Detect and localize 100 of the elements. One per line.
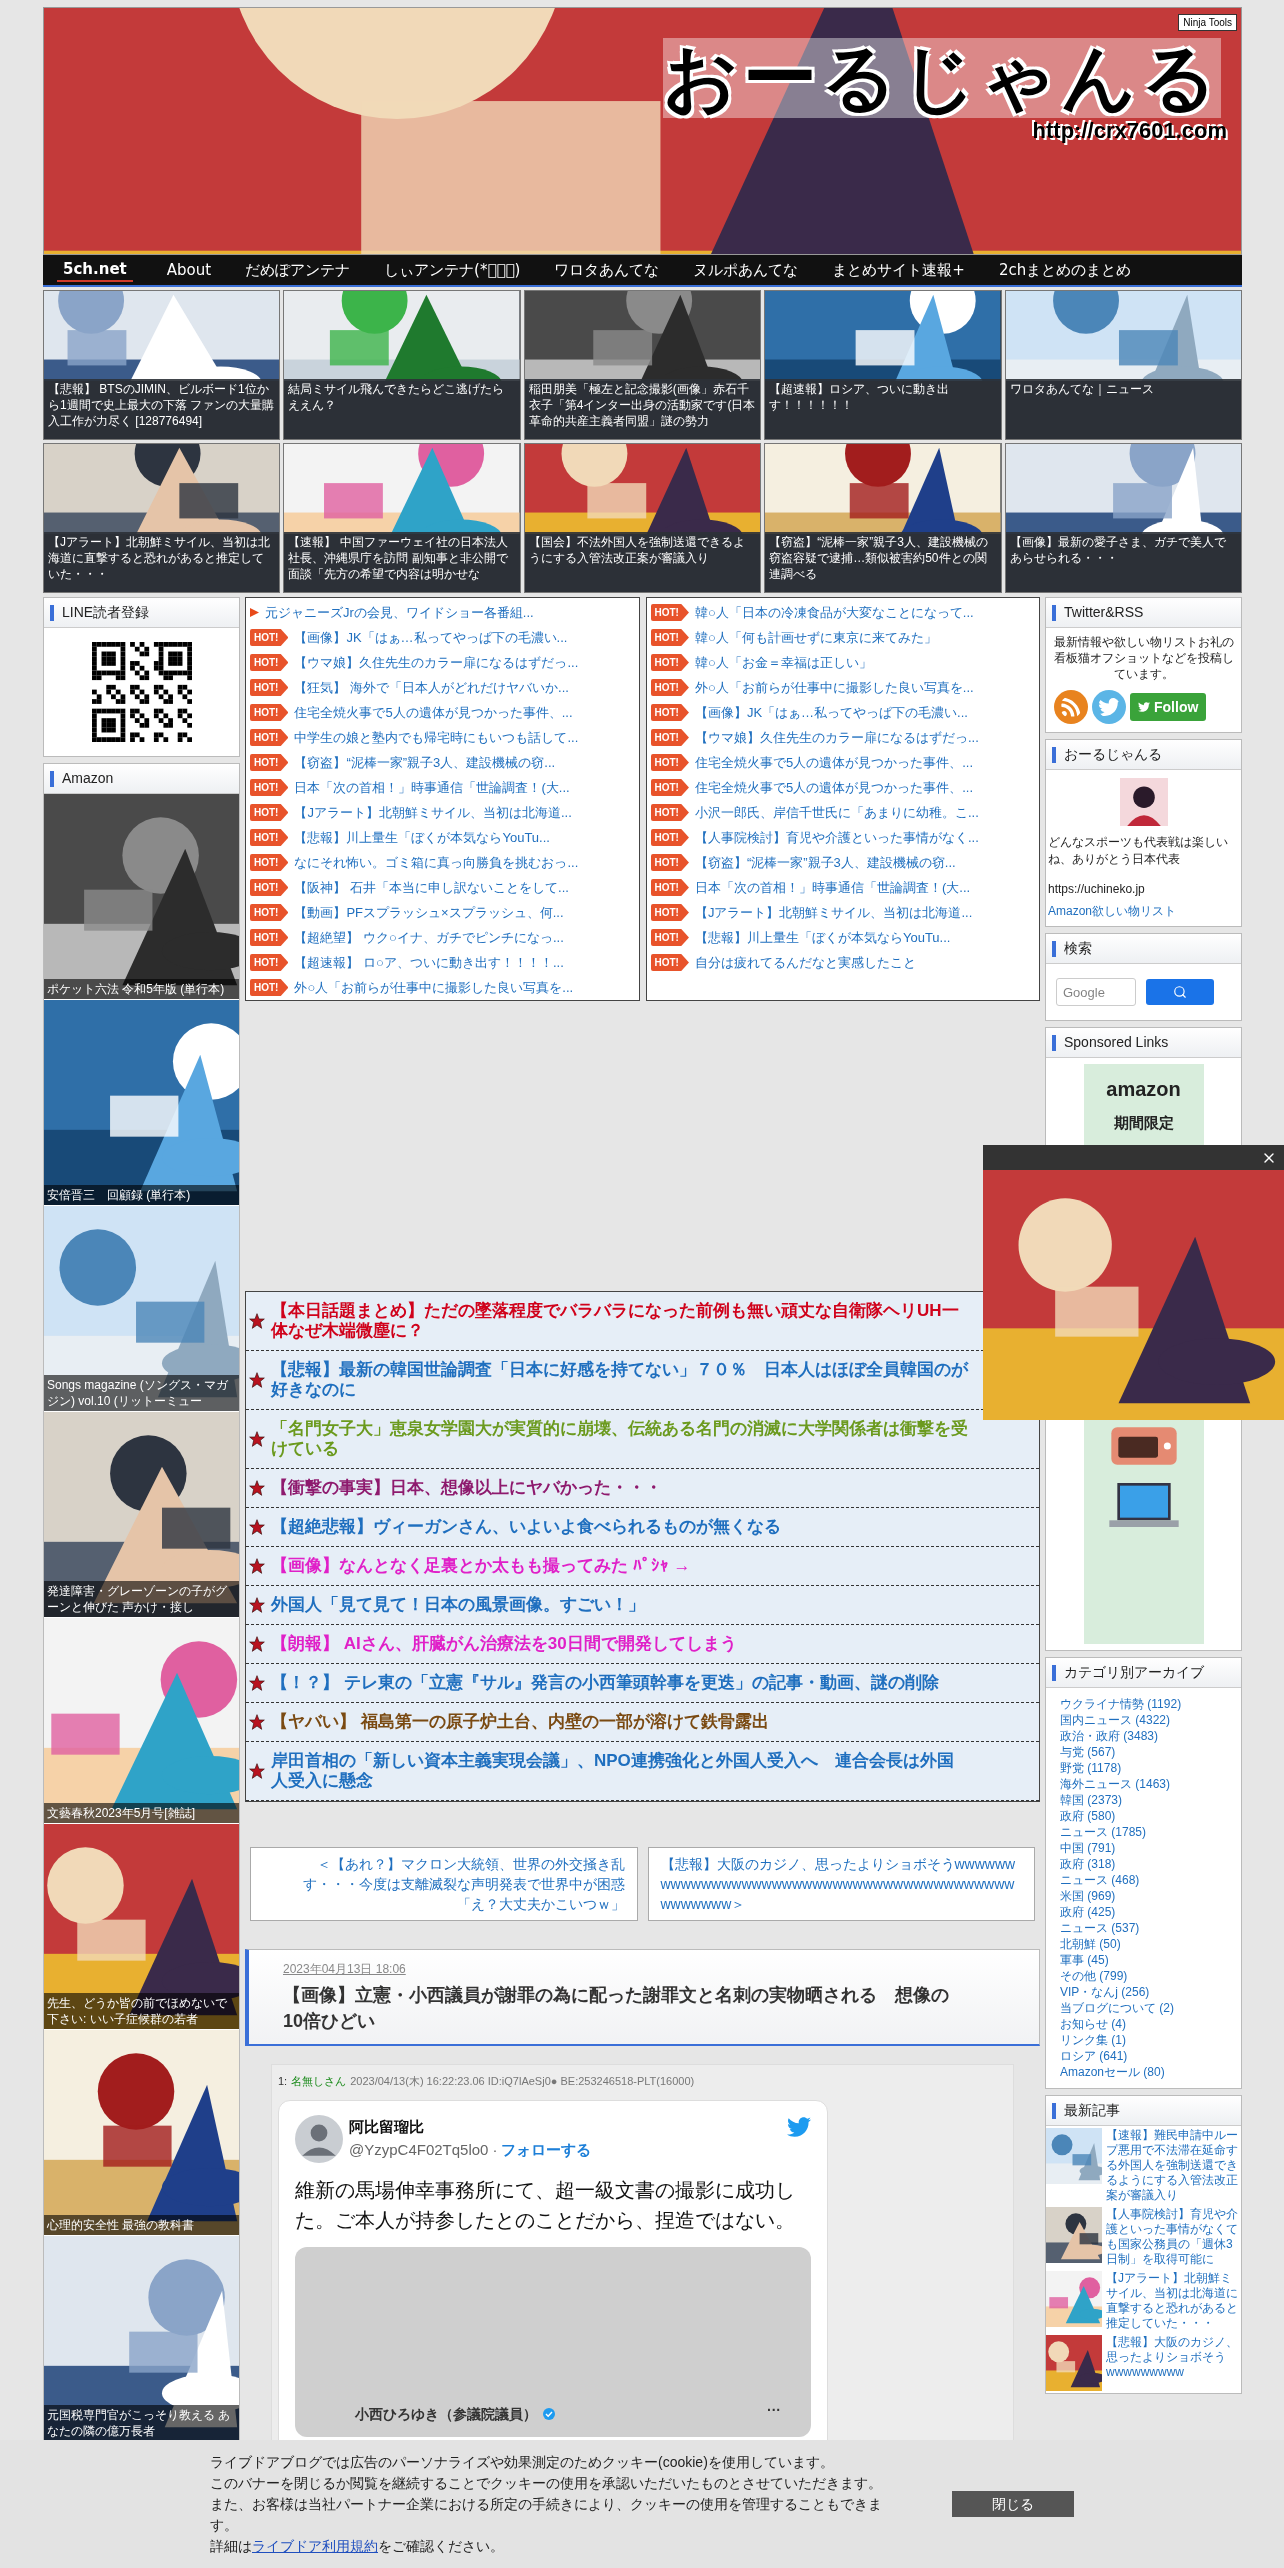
ranking-link[interactable]: 【窃盗】“泥棒一家”親子3人、建設機械の窃...	[294, 752, 556, 773]
nav-link[interactable]: しぃアンテナ(*ﾟーﾟ)	[384, 258, 521, 282]
nav-link[interactable]: まとめサイト速報+	[832, 258, 965, 282]
headline-link[interactable]: 外国人「見て見て！日本の風景画像。すごい！」	[271, 1595, 645, 1615]
category-link[interactable]: 与党 (567)	[1060, 1744, 1227, 1760]
headline-link[interactable]: 【本日話題まとめ】ただの墜落程度でバラバラになった前例も無い頑丈な自衛隊ヘリUH一体なぜ木端微塵に？	[271, 1301, 969, 1341]
category-link[interactable]: Amazonセール (80)	[1060, 2064, 1227, 2080]
ranking-link[interactable]: 日本「次の首相！」時事通信「世論調査！(大...	[694, 877, 971, 898]
category-link[interactable]: ロシア (641)	[1060, 2048, 1227, 2064]
headline-link[interactable]: 【超絶悲報】ヴィーガンさん、いよいよ食べられるものが無くなる	[271, 1517, 781, 1537]
thumbnail-card[interactable]: 【画像】最新の愛子さま、ガチで美人であらせられる・・・	[1004, 443, 1242, 593]
category-link[interactable]: 海外ニュース (1463)	[1060, 1776, 1227, 1792]
headline-link[interactable]: 【衝撃の事実】日本、想像以上にヤバかった・・・	[271, 1478, 662, 1498]
ranking-link[interactable]: 【Jアラート】北朝鮮ミサイル、当初は北海道...	[294, 802, 572, 823]
nav-link[interactable]: ヌルポあんてな	[693, 258, 799, 282]
headline-link[interactable]: 【画像】なんとなく足裏とか太もも撮ってみた ﾊﾟｼｬ →	[271, 1556, 691, 1576]
thumbnail-card[interactable]: 【国会】不法外国人を強制送還できるようにする入管法改正案が審議入り	[523, 443, 762, 593]
category-link[interactable]: 政府 (580)	[1060, 1808, 1227, 1824]
ranking-link[interactable]: 【ウマ娘】久住先生のカラー扉になるはずだっ...	[294, 652, 579, 673]
category-link[interactable]: 政治・政府 (3483)	[1060, 1728, 1227, 1744]
ranking-link[interactable]: 自分は疲れてるんだなと実感したこと	[694, 952, 916, 973]
close-button[interactable]: 閉じる	[952, 2491, 1074, 2517]
nav-link[interactable]: 5ch.net	[57, 257, 133, 283]
ranking-link[interactable]: 【阪神】 石井「本当に申し訳ないことをして...	[294, 877, 569, 898]
nav-link[interactable]: About	[166, 258, 212, 282]
headline-link[interactable]: 「名門女子大」恵泉女学園大が実質的に崩壊、伝統ある名門の消滅に大学関係者は衝撃を受けている	[271, 1419, 969, 1459]
thumbnail-card[interactable]: 【超速報】ロシア、ついに動き出す！！！！！！	[764, 290, 1002, 440]
ranking-link[interactable]: 韓○人「お金＝幸福は正しい」	[694, 652, 872, 673]
ranking-link[interactable]: 中学生の娘と塾内でも帰宅時にもいつも話して...	[294, 727, 579, 748]
headline-link[interactable]: 【！？】 テレ東の「立憲『サル』発言の小西筆頭幹事を更迭」の記事・動画、謎の削除	[271, 1673, 939, 1693]
category-link[interactable]: 政府 (318)	[1060, 1856, 1227, 1872]
ranking-link[interactable]: 【超速報】 ロ○ア、ついに動き出す！！！！...	[294, 952, 564, 973]
thumbnail-card[interactable]: 【Jアラート】北朝鮮ミサイル、当初は北海道に直撃すると恐れがあると推定していた・・・	[43, 443, 281, 593]
category-link[interactable]: 野党 (1178)	[1060, 1760, 1227, 1776]
recent-article-link[interactable]: 【Jアラート】北朝鮮ミサイル、当初は北海道に直撃すると恐れがあると推定していた・・・	[1106, 2271, 1241, 2331]
nav-link[interactable]: 2chまとめのまとめ	[998, 258, 1132, 282]
ranking-link[interactable]: 【狂気】 海外で「日本人がどれだけヤバいか...	[294, 677, 569, 698]
recent-article-link[interactable]: 【悲報】大阪のカジノ、思ったよりショボそうwwwwwwwww	[1106, 2335, 1241, 2391]
ranking-link[interactable]: 住宅全焼火事で5人の遺体が見つかった事件、...	[694, 777, 974, 798]
ranking-link[interactable]: なにそれ怖い。ゴミ箱に真っ向勝負を挑むおっ...	[294, 852, 579, 873]
recent-article-link[interactable]: 【速報】難民申請中ループ悪用で不法滞在延命する外国人を強制送還できるようにする入管法改正案が審議入り	[1106, 2128, 1241, 2203]
recent-article-link[interactable]: 【人事院検討】育児や介護といった事情がなくても国家公務員の「週休3日制」を取得可能に	[1106, 2207, 1241, 2267]
ranking-link[interactable]: 日本「次の首相！」時事通信「世論調査！(大...	[294, 777, 570, 798]
category-link[interactable]: 政府 (425)	[1060, 1904, 1227, 1920]
headline-link[interactable]: 【悲報】最新の韓国世論調査「日本に好感を持てない」７０％ 日本人はほぼ全員韓国のが好きなのに	[271, 1360, 969, 1400]
twitter-icon[interactable]	[1092, 690, 1126, 724]
ranking-link[interactable]: 【人事院検討】育児や介護といった事情がなく...	[694, 827, 979, 848]
category-link[interactable]: お知らせ (4)	[1060, 2016, 1227, 2032]
ninja-tools-badge[interactable]: Ninja Tools	[1178, 14, 1237, 31]
thumbnail-card[interactable]: 【窃盗】“泥棒一家”親子3人、建設機械の窃盗容疑で逮捕…類似被害約50件との関連調べる	[764, 443, 1002, 593]
ranking-link[interactable]: 韓○人「日本の冷凍食品が大変なことになって...	[694, 602, 974, 623]
ranking-link[interactable]: 【Jアラート】北朝鮮ミサイル、当初は北海道...	[694, 902, 973, 923]
nav-link[interactable]: だめぽアンテナ	[245, 258, 351, 282]
thumbnail-card[interactable]: 結局ミサイル飛んできたらどこ逃げたらええん？	[283, 290, 521, 440]
search-field[interactable]: Google	[1056, 978, 1136, 1006]
category-link[interactable]: ウクライナ情勢 (1192)	[1060, 1696, 1227, 1712]
follow-button[interactable]: Follow	[1130, 693, 1207, 721]
terms-link[interactable]: ライブドア利用規約	[252, 2537, 378, 2554]
category-link[interactable]: 米国 (969)	[1060, 1888, 1227, 1904]
category-link[interactable]: 軍事 (45)	[1060, 1952, 1227, 1968]
thumbnail-card[interactable]: 【速報】 中国ファーウェイ社の日本法人社長、沖縄県庁を訪問 副知事と非公開で面談「先方の希望で内容は明かせな	[283, 443, 521, 593]
ranking-link[interactable]: 【超絶望】 ウク○イナ、ガチでピンチになっ...	[294, 927, 564, 948]
follow-link[interactable]: フォローする	[501, 2138, 592, 2161]
ranking-link[interactable]: 【動画】PFスプラッシュ×スプラッシュ、何...	[294, 902, 564, 923]
search-button[interactable]	[1146, 979, 1214, 1005]
ranking-link[interactable]: 住宅全焼火事で5人の遺体が見つかった事件、...	[294, 702, 573, 723]
ranking-link[interactable]: 【画像】JK「はぁ…私ってやっぱ下の毛濃い...	[294, 627, 568, 648]
wishlist-link[interactable]: Amazon欲しい物リスト	[1046, 904, 1179, 918]
category-link[interactable]: 当ブログについて (2)	[1060, 2000, 1227, 2016]
category-link[interactable]: 北朝鮮 (50)	[1060, 1936, 1227, 1952]
thumbnail-card[interactable]: 【悲報】 BTSのJIMIN、ビルボード1位から1週間で史上最大の下落 ファンの大量購入工作が力尽く [128776494]	[43, 290, 281, 440]
more-options[interactable]: ···	[767, 2399, 781, 2421]
site-title[interactable]: おーるじゃんる	[663, 38, 1221, 118]
nav-link[interactable]: ワロタあんてな	[554, 258, 660, 282]
ranking-link[interactable]: 外○人「お前らが仕事中に撮影した良い写真を...	[294, 977, 574, 998]
headline-link[interactable]: 【朗報】 AIさん、肝臓がん治療法を30日間で開発してしまう	[271, 1634, 737, 1654]
thumbnail-card[interactable]: ワロタあんてな｜ニュース	[1004, 290, 1242, 440]
ranking-link[interactable]: 【悲報】川上量生「ぼくが本気ならYouTu...	[294, 827, 550, 848]
category-link[interactable]: その他 (799)	[1060, 1968, 1227, 1984]
category-link[interactable]: リンク集 (1)	[1060, 2032, 1227, 2048]
thumbnail-card[interactable]: 稲田朋美「極左と記念撮影(画像」赤石千衣子「第4インター出身の活動家です(日本革命的共産主義者同盟」謎の勢力	[523, 290, 762, 440]
previous-article-link[interactable]: ＜【あれ？】マクロン大統領、世界の外交掻き乱す・・・今度は支離滅裂な声明発表で世界中が困惑「え？大丈夫かこいつｗ」	[250, 1847, 638, 1921]
category-link[interactable]: ニュース (1785)	[1060, 1824, 1227, 1840]
ranking-link[interactable]: 小沢一郎氏、岸信千世氏に「あまりに幼稚。こ...	[694, 802, 979, 823]
ranking-link[interactable]: 【画像】JK「はぁ…私ってやっぱ下の毛濃い...	[694, 702, 968, 723]
headline-link[interactable]: 岸田首相の「新しい資本主義実現会議」、NPO連携強化と外国人受入へ 連合会長は外国人受入に懸念	[271, 1751, 969, 1791]
ranking-link[interactable]: 住宅全焼火事で5人の遺体が見つかった事件、...	[694, 752, 974, 773]
rss-icon[interactable]	[1054, 690, 1088, 724]
category-link[interactable]: 国内ニュース (4322)	[1060, 1712, 1227, 1728]
category-link[interactable]: ニュース (468)	[1060, 1872, 1227, 1888]
headline-link[interactable]: 【ヤバい】 福島第一の原子炉土台、内壁の一部が溶けて鉄骨露出	[271, 1712, 769, 1732]
ranking-link[interactable]: 外○人「お前らが仕事中に撮影した良い写真を...	[694, 677, 974, 698]
ranking-link[interactable]: 【窃盗】“泥棒一家”親子3人、建設機械の窃...	[694, 852, 956, 873]
ranking-link[interactable]: 韓○人「何も計画せずに東京に来てみた」	[694, 627, 937, 648]
category-link[interactable]: VIP・なんj (256)	[1060, 1984, 1227, 2000]
category-link[interactable]: ニュース (537)	[1060, 1920, 1227, 1936]
category-link[interactable]: 中国 (791)	[1060, 1840, 1227, 1856]
next-article-link[interactable]: 【悲報】大阪のカジノ、思ったよりショボそうwwwwwwwwwwwwwwwwwwwwwwwwwwwwwwwwwwwwwwwwwwwwwwww＞	[647, 1847, 1035, 1921]
ranking-link[interactable]: 【悲報】川上量生「ぼくが本気ならYouTu...	[694, 927, 951, 948]
category-link[interactable]: 韓国 (2373)	[1060, 1792, 1227, 1808]
